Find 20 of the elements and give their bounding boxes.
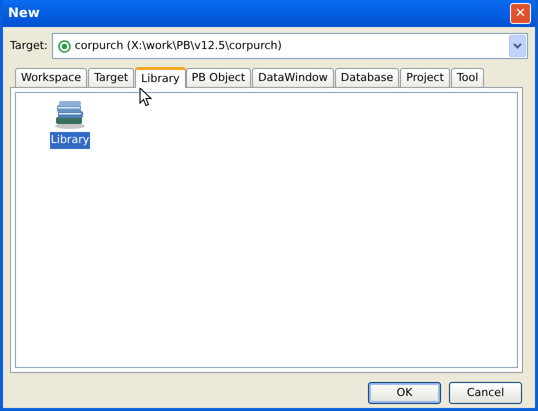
tab[interactable]: PB Object (186, 68, 252, 87)
chevron-down-icon (513, 43, 522, 49)
dialog-button[interactable]: Cancel (449, 382, 522, 404)
dialog-button[interactable]: OK (368, 382, 441, 404)
close-button[interactable]: ✕ (510, 3, 531, 24)
library-item-label[interactable]: Library (50, 132, 90, 148)
tab[interactable]: Library (135, 67, 186, 88)
tab[interactable]: Target (88, 68, 134, 87)
tab[interactable]: DataWindow (252, 68, 334, 87)
target-label: Target: (10, 38, 48, 54)
tab[interactable]: Workspace (15, 68, 88, 87)
tab[interactable]: Database (334, 68, 400, 87)
window-title: New (7, 4, 40, 23)
tab[interactable]: Tool (450, 68, 484, 87)
books-icon (53, 99, 87, 129)
dropdown-button[interactable] (509, 35, 526, 57)
target-icon (58, 40, 71, 52)
tab[interactable]: Project (400, 68, 450, 87)
target-value: corpurch (X:\work\PB\v12.5\corpurch) (74, 38, 283, 54)
target-dropdown[interactable]: corpurch (X:\work\PB\v12.5\corpurch) (52, 33, 528, 59)
